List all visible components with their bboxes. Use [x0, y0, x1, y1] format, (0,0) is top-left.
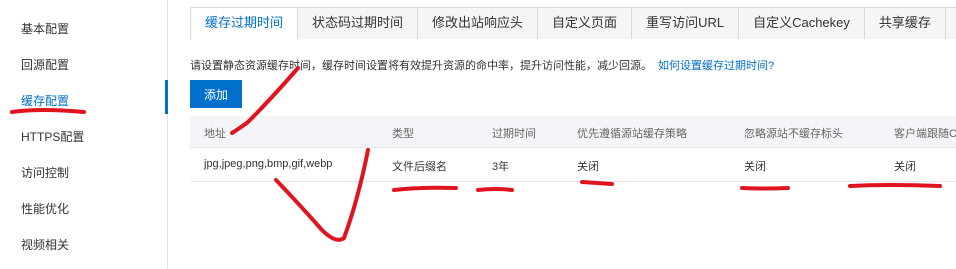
cell-type: 文件后缀名	[392, 161, 447, 173]
table-row: jpg,jpeg,png,bmp,gif,webp 文件后缀名 3年 关闭 关闭…	[190, 148, 956, 182]
description-text: 请设置静态资源缓存时间，缓存时间设置将有效提升资源的命中率，提升访问性能，减少回…	[190, 60, 652, 72]
tab-rewrite-url[interactable]: 重写访问URL	[631, 7, 740, 39]
column-header-type: 类型	[392, 128, 414, 140]
sidebar-item-origin[interactable]: 回源配置	[21, 56, 69, 73]
cache-rules-table: 地址 类型 过期时间 优先遵循源站缓存策略 忽略源站不缓存标头 客户端跟随CDN…	[190, 116, 956, 182]
tab-custom-cachekey[interactable]: 自定义Cachekey	[738, 7, 865, 39]
help-link[interactable]: 如何设置缓存过期时间?	[658, 60, 774, 72]
column-header-follow-origin: 优先遵循源站缓存策略	[577, 128, 687, 140]
tab-response-header[interactable]: 修改出站响应头	[417, 7, 539, 39]
cell-follow-origin: 关闭	[577, 161, 599, 173]
table-header: 地址 类型 过期时间 优先遵循源站缓存策略 忽略源站不缓存标头 客户端跟随CDN	[190, 116, 956, 148]
cell-ignore-no-cache: 关闭	[744, 161, 766, 173]
column-header-client-follow: 客户端跟随CDN	[894, 128, 956, 140]
tab-custom-page[interactable]: 自定义页面	[537, 7, 633, 39]
column-header-address: 地址	[204, 128, 226, 140]
sidebar-item-cache[interactable]: 缓存配置	[21, 92, 69, 109]
column-header-ignore-no-cache: 忽略源站不缓存标头	[744, 128, 843, 140]
expire-underline-mark	[476, 187, 514, 192]
tab-bar: 缓存过期时间 状态码过期时间 修改出站响应头 自定义页面 重写访问URL 自定义…	[190, 7, 956, 40]
cell-address: jpg,jpeg,png,bmp,gif,webp	[204, 158, 333, 170]
tab-status-code-expire[interactable]: 状态码过期时间	[297, 7, 419, 39]
description: 请设置静态资源缓存时间，缓存时间设置将有效提升资源的命中率，提升访问性能，减少回…	[190, 57, 774, 73]
tab-response[interactable]: 响应	[944, 7, 956, 39]
sidebar-active-indicator	[165, 80, 168, 114]
client-follow-underline-mark	[848, 183, 942, 188]
sidebar-item-basic[interactable]: 基本配置	[21, 20, 69, 37]
type-underline-mark	[392, 185, 458, 192]
sidebar-item-access-control[interactable]: 访问控制	[21, 164, 69, 181]
follow-origin-underline-mark	[580, 180, 614, 186]
tab-shared-cache[interactable]: 共享缓存	[863, 7, 946, 39]
add-button[interactable]: 添加	[190, 80, 242, 108]
sidebar-item-performance[interactable]: 性能优化	[21, 200, 69, 217]
tab-cache-expire[interactable]: 缓存过期时间	[190, 7, 299, 40]
sidebar-item-video[interactable]: 视频相关	[21, 236, 69, 253]
ignore-no-cache-underline-mark	[740, 186, 790, 191]
cell-expire-time: 3年	[492, 161, 510, 173]
cell-client-follow: 关闭	[894, 161, 916, 173]
column-header-expire-time: 过期时间	[492, 128, 536, 140]
sidebar-nav: 基本配置 回源配置 缓存配置 HTTPS配置 访问控制 性能优化 视频相关	[0, 0, 168, 269]
sidebar-item-https[interactable]: HTTPS配置	[21, 128, 84, 145]
